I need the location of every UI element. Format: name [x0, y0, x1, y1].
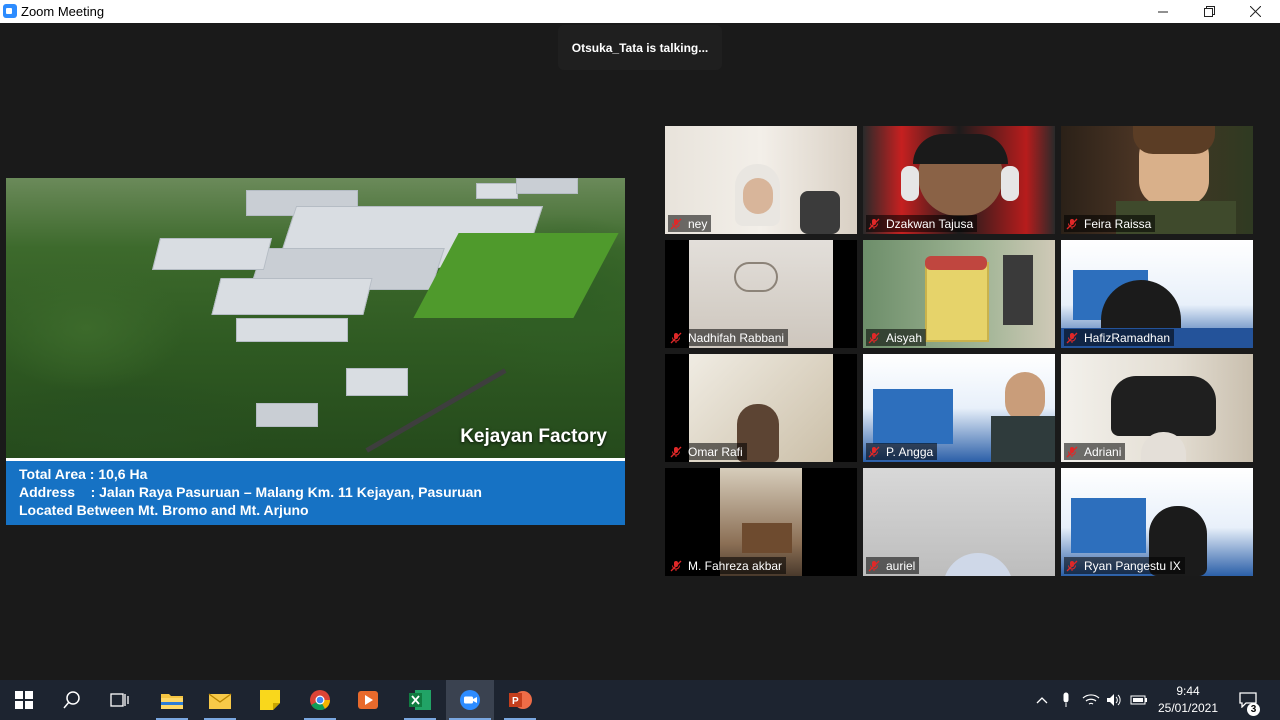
taskbar-file-explorer[interactable]	[148, 680, 196, 720]
chrome-icon	[310, 690, 331, 711]
start-button[interactable]	[0, 680, 48, 720]
close-button[interactable]	[1232, 0, 1278, 23]
search-icon	[63, 691, 80, 709]
taskbar-clock[interactable]: 9:44 25/01/2021	[1148, 683, 1228, 717]
taskbar-excel[interactable]	[396, 680, 444, 720]
taskbar-chrome[interactable]	[296, 680, 344, 720]
participant-tile[interactable]: HafizRamadhan	[1061, 240, 1253, 348]
muted-mic-icon	[1066, 332, 1078, 343]
info-address: Address : Jalan Raya Pasuruan – Malang K…	[19, 484, 482, 500]
factory-info-panel: Total Area : 10,6 Ha Address : Jalan Ray…	[6, 458, 625, 525]
info-total-area: Total Area : 10,6 Ha	[19, 466, 148, 482]
title-bar: Zoom Meeting	[0, 0, 1280, 23]
participant-tile[interactable]: Feira Raissa	[1061, 126, 1253, 234]
window-title: Zoom Meeting	[21, 4, 105, 19]
volume-tray-button[interactable]	[1104, 680, 1124, 720]
participant-tile[interactable]: P. Angga	[863, 354, 1055, 462]
participant-name: P. Angga	[886, 444, 934, 459]
muted-mic-icon	[670, 560, 682, 571]
taskbar-sticky-notes[interactable]	[246, 680, 294, 720]
svg-text:P: P	[512, 696, 519, 707]
shared-screen: Kejayan Factory Total Area : 10,6 Ha Add…	[6, 178, 625, 525]
zoom-app-icon	[3, 4, 17, 18]
participant-name: Omar Rafi	[688, 444, 743, 459]
factory-aerial-photo: Kejayan Factory	[6, 178, 625, 458]
restore-button[interactable]	[1186, 0, 1232, 23]
participant-tile[interactable]: Ryan Pangestu IX	[1061, 468, 1253, 576]
taskbar-powerpoint[interactable]: P	[496, 680, 544, 720]
participant-tile[interactable]: Nadhifah Rabbani	[665, 240, 857, 348]
taskbar-zoom[interactable]	[446, 680, 494, 720]
participant-tile[interactable]: Aisyah	[863, 240, 1055, 348]
chevron-up-icon	[1036, 697, 1048, 704]
media-player-icon	[358, 691, 378, 709]
windows-logo-icon	[15, 691, 33, 709]
notification-count-badge: 3	[1247, 703, 1260, 716]
restore-icon	[1203, 6, 1215, 17]
participant-name: Feira Raissa	[1084, 216, 1152, 231]
minimize-icon	[1158, 11, 1168, 12]
factory-name-caption: Kejayan Factory	[460, 426, 607, 447]
muted-mic-icon	[1066, 446, 1078, 457]
participant-tile[interactable]: M. Fahreza akbar	[665, 468, 857, 576]
zoom-icon	[460, 690, 480, 710]
microphone-tray-button[interactable]	[1056, 680, 1076, 720]
participant-name: auriel	[886, 558, 916, 573]
powerpoint-icon: P	[509, 691, 532, 709]
participant-tile[interactable]: Adriani	[1061, 354, 1253, 462]
participant-tile[interactable]: Dzakwan Tajusa	[863, 126, 1055, 234]
participant-tile[interactable]: ney	[665, 126, 857, 234]
participant-name: Aisyah	[886, 330, 923, 345]
task-view-icon	[110, 693, 129, 707]
participant-name: HafizRamadhan	[1084, 330, 1171, 345]
minimize-button[interactable]	[1140, 0, 1186, 23]
muted-mic-icon	[670, 332, 682, 343]
show-hidden-icons-button[interactable]	[1032, 680, 1052, 720]
participant-name: ney	[688, 216, 708, 231]
muted-mic-icon	[1066, 560, 1078, 571]
network-tray-button[interactable]	[1080, 680, 1102, 720]
battery-charging-icon	[1130, 695, 1147, 705]
muted-mic-icon	[868, 446, 880, 457]
battery-tray-button[interactable]	[1128, 680, 1150, 720]
speaker-icon	[1107, 694, 1121, 706]
participant-name: Ryan Pangestu IX	[1084, 558, 1181, 573]
muted-mic-icon	[1066, 218, 1078, 229]
clock-time: 9:44	[1176, 684, 1200, 698]
close-icon	[1249, 6, 1261, 17]
wifi-icon	[1082, 694, 1100, 705]
muted-mic-icon	[670, 446, 682, 457]
muted-mic-icon	[868, 332, 880, 343]
sticky-notes-icon	[260, 690, 280, 710]
clock-date: 25/01/2021	[1157, 701, 1219, 715]
excel-icon	[409, 690, 431, 710]
mail-icon	[208, 693, 232, 709]
muted-mic-icon	[670, 218, 682, 229]
task-view-button[interactable]	[96, 680, 144, 720]
search-button[interactable]	[48, 680, 96, 720]
participant-tile[interactable]: Omar Rafi	[665, 354, 857, 462]
active-speaker-banner: Otsuka_Tata is talking...	[558, 25, 722, 70]
muted-mic-icon	[868, 218, 880, 229]
microphone-icon	[1063, 692, 1069, 707]
participant-tile[interactable]: auriel	[863, 468, 1055, 576]
windows-taskbar: P 9:44 25/01/2021 3	[0, 680, 1280, 720]
participant-name: Dzakwan Tajusa	[886, 216, 974, 231]
folder-icon	[161, 694, 183, 709]
participant-name: Nadhifah Rabbani	[688, 330, 785, 345]
info-location: Located Between Mt. Bromo and Mt. Arjuno	[19, 502, 309, 518]
taskbar-media-player[interactable]	[344, 680, 392, 720]
participant-name: Adriani	[1084, 444, 1122, 459]
muted-mic-icon	[868, 560, 880, 571]
taskbar-mail[interactable]	[196, 680, 244, 720]
participant-name: M. Fahreza akbar	[688, 558, 783, 573]
